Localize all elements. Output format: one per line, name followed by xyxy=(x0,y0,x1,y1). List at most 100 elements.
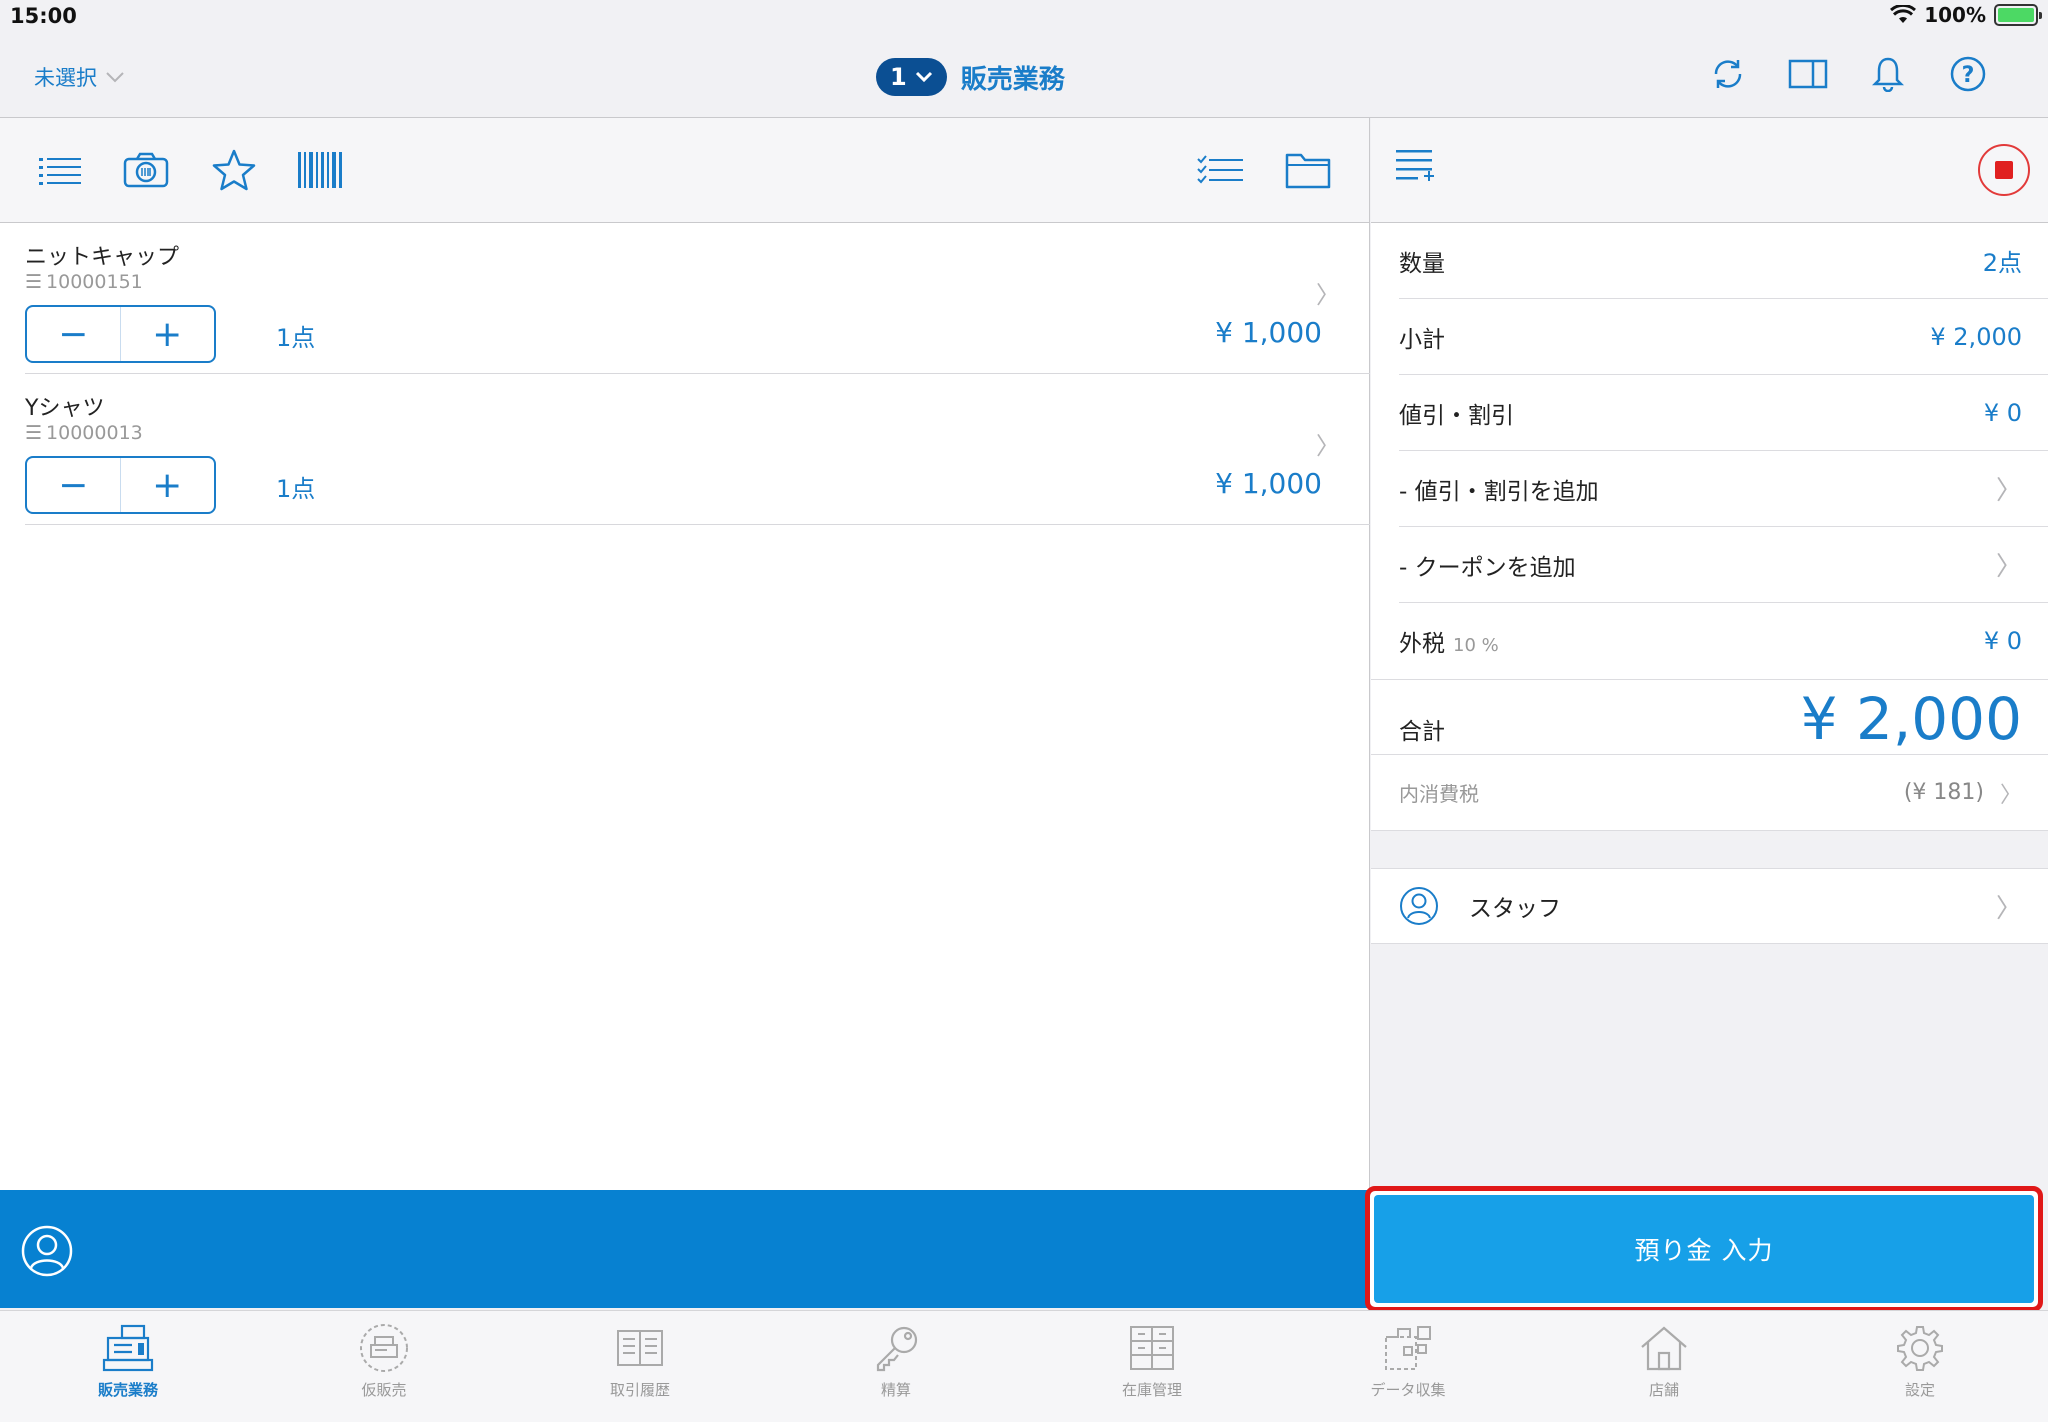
stop-icon xyxy=(1995,161,2013,179)
total-row: 合計 ¥ 2,000 xyxy=(1371,679,2048,755)
add-discount-label: - 値引・割引を追加 xyxy=(1399,478,1599,505)
discount-value: ¥ 0 xyxy=(1983,398,2022,427)
total-value: ¥ 2,000 xyxy=(1800,685,2022,753)
battery-percent: 100% xyxy=(1924,3,1986,27)
staff-row[interactable]: スタッフ 〉 xyxy=(1371,868,2048,944)
tab-bar: 販売業務 仮販売 取引履歴 精算 在庫管理 データ収集 店舗 設定 xyxy=(0,1310,2048,1422)
checklist-icon[interactable] xyxy=(1196,148,1244,192)
chevron-down-icon xyxy=(106,72,124,83)
add-coupon-label: - クーポンを追加 xyxy=(1399,554,1576,581)
chevron-right-icon: 〉 xyxy=(1316,281,1340,309)
favorite-star-icon[interactable] xyxy=(210,148,258,192)
tab-inventory[interactable]: 在庫管理 xyxy=(1024,1311,1280,1422)
data-collect-icon xyxy=(1380,1323,1436,1373)
register-number: 1 xyxy=(890,63,907,91)
add-menu-icon[interactable] xyxy=(1396,146,1436,190)
nav-bar: 未選択 1 販売業務 ? xyxy=(0,36,2048,118)
tab-settings[interactable]: 設定 xyxy=(1792,1311,2048,1422)
quantity-stepper: − + xyxy=(25,305,216,363)
tab-temp-sale[interactable]: 仮販売 xyxy=(256,1311,512,1422)
decrement-button[interactable]: − xyxy=(27,458,121,512)
chevron-right-icon: 〉 xyxy=(1995,476,2022,506)
register-selector[interactable]: 1 xyxy=(876,58,947,96)
cart-item[interactable]: ニットキャップ ☰ 10000151 − + 1点 ¥ 1,000 〉 xyxy=(25,223,1370,374)
tab-store[interactable]: 店舗 xyxy=(1536,1311,1792,1422)
tax-row: 外税 10 % ¥ 0 xyxy=(1399,603,2048,679)
tab-sales[interactable]: 販売業務 xyxy=(0,1311,256,1422)
quantity-row: 数量 2点 xyxy=(1399,223,2048,299)
svg-text:?: ? xyxy=(1962,63,1975,88)
tax-rate: 10 % xyxy=(1453,635,1499,656)
list-icon[interactable] xyxy=(36,148,84,192)
tab-label: 在庫管理 xyxy=(1121,1381,1182,1399)
help-icon[interactable]: ? xyxy=(1948,54,1988,94)
tab-label: 取引履歴 xyxy=(609,1381,670,1399)
customer-avatar-icon[interactable] xyxy=(20,1224,74,1278)
split-view-icon[interactable] xyxy=(1788,54,1828,94)
folder-icon[interactable] xyxy=(1284,148,1332,192)
summary-panel: 数量 2点 小計 ¥ 2,000 値引・割引 ¥ 0 - 値引・割引を追加 〉 … xyxy=(1371,118,2048,1308)
staff-select-dropdown[interactable]: 未選択 xyxy=(34,62,125,92)
tab-label: 設定 xyxy=(1904,1381,1935,1399)
summary-toolbar xyxy=(1371,118,2048,223)
wifi-icon xyxy=(1890,5,1917,23)
increment-button[interactable]: + xyxy=(121,458,214,512)
page-title: 販売業務 xyxy=(960,64,1065,95)
inner-tax-value: (¥ 181) xyxy=(1903,780,1984,805)
tab-data-collection[interactable]: データ収集 xyxy=(1280,1311,1536,1422)
increment-button[interactable]: + xyxy=(121,307,214,361)
subtotal-row: 小計 ¥ 2,000 xyxy=(1399,299,2048,375)
gear-icon xyxy=(1892,1323,1948,1373)
subtotal-label: 小計 xyxy=(1399,326,1445,353)
chevron-right-icon: 〉 xyxy=(1995,552,2022,582)
add-coupon-row[interactable]: - クーポンを追加 〉 xyxy=(1399,527,2048,603)
inner-tax-label: 内消費税 xyxy=(1399,782,1479,806)
product-toolbar xyxy=(0,118,1369,223)
store-icon xyxy=(1636,1323,1692,1373)
battery-icon xyxy=(1994,4,2042,26)
barcode-icon[interactable] xyxy=(296,148,344,192)
tab-label: 販売業務 xyxy=(97,1381,158,1399)
tab-label: 店舗 xyxy=(1648,1381,1679,1399)
tab-label: データ収集 xyxy=(1370,1381,1446,1399)
inventory-icon xyxy=(1124,1323,1180,1373)
chevron-right-icon: 〉 xyxy=(1995,893,2022,924)
quantity-stepper: − + xyxy=(25,456,216,514)
tab-settlement[interactable]: 精算 xyxy=(768,1311,1024,1422)
item-price: ¥ 1,000 xyxy=(1215,316,1322,349)
staff-label: スタッフ xyxy=(1469,896,1561,922)
register-icon xyxy=(100,1323,156,1373)
chevron-down-icon xyxy=(915,71,932,83)
discount-row: 値引・割引 ¥ 0 xyxy=(1399,375,2048,451)
tab-history[interactable]: 取引履歴 xyxy=(512,1311,768,1422)
customer-bar xyxy=(0,1190,1370,1308)
sync-icon[interactable] xyxy=(1708,54,1748,94)
temp-sale-icon xyxy=(356,1323,412,1373)
quantity-value: 2点 xyxy=(1982,249,2022,277)
summary-list: 数量 2点 小計 ¥ 2,000 値引・割引 ¥ 0 - 値引・割引を追加 〉 … xyxy=(1371,223,2048,831)
cart-item[interactable]: Yシャツ ☰ 10000013 − + 1点 ¥ 1,000 〉 xyxy=(25,374,1370,525)
cart-panel: ニットキャップ ☰ 10000151 − + 1点 ¥ 1,000 〉 Yシャツ … xyxy=(0,118,1370,1190)
discount-label: 値引・割引 xyxy=(1399,402,1514,429)
deposit-button-highlight: 預り金 入力 xyxy=(1365,1186,2043,1312)
status-time: 15:00 xyxy=(10,4,77,28)
code-list-icon: ☰ xyxy=(25,271,43,293)
item-name: ニットキャップ xyxy=(25,245,180,270)
chevron-right-icon: 〉 xyxy=(1999,782,2022,808)
inner-tax-row[interactable]: 内消費税 (¥ 181) 〉 xyxy=(1371,755,2048,831)
stop-transaction-button[interactable] xyxy=(1978,144,2030,196)
status-bar: 15:00 100% xyxy=(0,0,2048,36)
decrement-button[interactable]: − xyxy=(27,307,121,361)
staff-avatar-icon xyxy=(1400,887,1438,925)
total-label: 合計 xyxy=(1399,719,1445,745)
item-code: 10000151 xyxy=(46,271,143,293)
item-code: 10000013 xyxy=(46,422,143,444)
code-list-icon: ☰ xyxy=(25,422,43,444)
quantity-label: 数量 xyxy=(1399,250,1445,277)
history-book-icon xyxy=(612,1323,668,1373)
bell-icon[interactable] xyxy=(1868,54,1908,94)
camera-scan-icon[interactable] xyxy=(122,148,170,192)
deposit-input-button[interactable]: 預り金 入力 xyxy=(1374,1195,2034,1303)
chevron-right-icon: 〉 xyxy=(1316,432,1340,460)
add-discount-row[interactable]: - 値引・割引を追加 〉 xyxy=(1399,451,2048,527)
